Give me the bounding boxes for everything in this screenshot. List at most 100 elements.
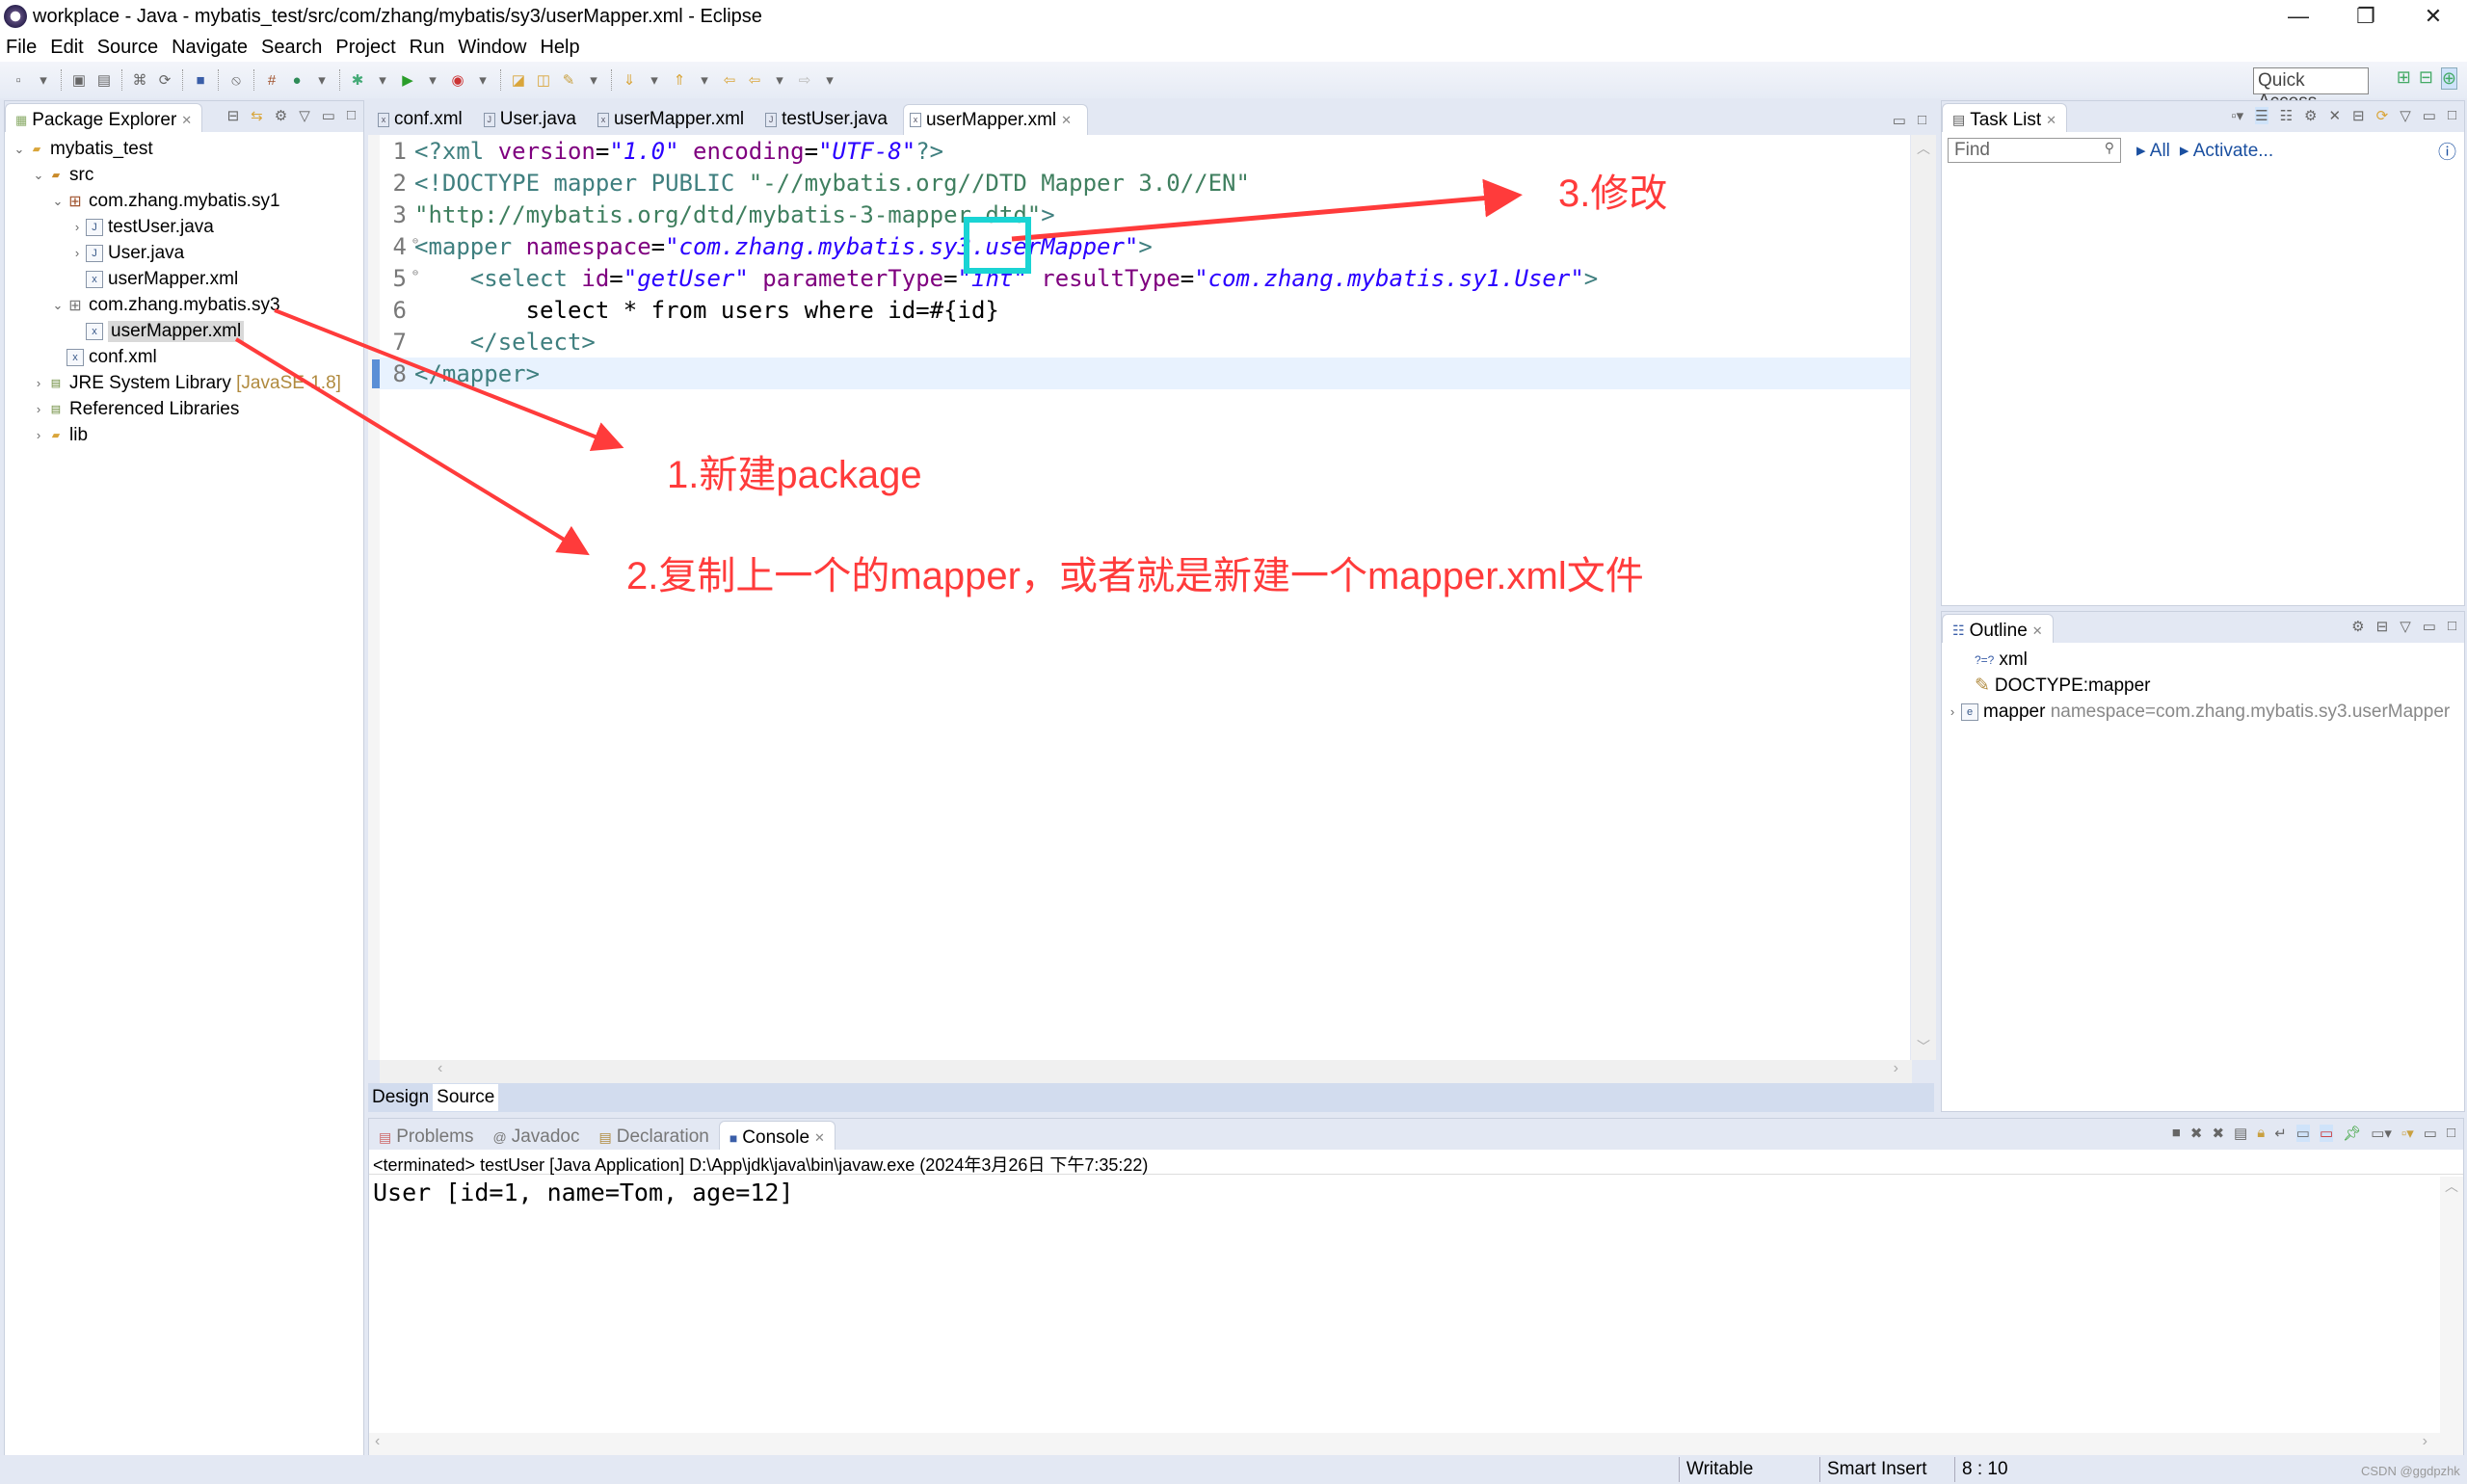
terminate-icon[interactable]: ■ [2172,1125,2181,1142]
menu-file[interactable]: File [6,37,37,59]
pin-console-icon[interactable]: 📌︎ [2343,1125,2361,1142]
clear-console-icon[interactable]: ▤ [2234,1125,2247,1142]
java-perspective-icon[interactable]: ⊕ [2440,67,2457,90]
dropdown-icon[interactable]: ▾ [770,70,789,90]
show-on-stderr-icon[interactable]: ▭ [2319,1125,2334,1142]
run-icon[interactable]: ▶ [398,70,417,90]
view-menu-icon[interactable]: ▽ [299,107,310,124]
menu-window[interactable]: Window [458,37,526,59]
outline-item-doctype[interactable]: ✎ DOCTYPE:mapper [1942,673,2464,699]
dropdown-icon[interactable]: ▾ [34,70,53,90]
tab-user-java[interactable]: J User.java [478,104,592,135]
refresh-icon[interactable]: ⟳ [155,70,174,90]
all-link[interactable]: ▸ All [2136,140,2170,162]
open-console-icon[interactable]: ▫▾ [2401,1125,2414,1142]
prev-annotation-icon[interactable]: ⇑ [670,70,689,90]
status-insert-mode[interactable]: Smart Insert [1827,1459,1926,1480]
menu-run[interactable]: Run [410,37,445,59]
tree-item-user-java[interactable]: › J User.java [5,240,363,266]
expand-toggle[interactable]: › [30,402,47,416]
task-find-input[interactable]: Find ⚲ [1948,138,2121,163]
save-all-icon[interactable]: ▤ [94,70,114,90]
dropdown-icon[interactable]: ▾ [423,70,442,90]
tab-design[interactable]: Design [368,1084,433,1111]
open-folder-icon[interactable]: ◫ [534,70,553,90]
close-icon[interactable]: ✕ [181,113,192,128]
external-tools-icon[interactable]: ◉ [448,70,467,90]
tab-package-explorer[interactable]: ▦ Package Explorer ✕ [5,103,203,132]
tab-outline[interactable]: ☷ Outline ✕ [1942,614,2054,643]
fold-icon[interactable]: ⊖ [412,236,418,247]
open-perspective-icon[interactable]: ⊞ [2397,67,2411,90]
tree-item-src[interactable]: ⌄ ▰ src [5,162,363,188]
help-icon[interactable]: ⓘ [2438,138,2456,164]
tab-conf-xml[interactable]: x conf.xml [372,104,478,135]
tab-declaration[interactable]: ▤ Declaration [589,1121,718,1150]
tab-problems[interactable]: ▤ Problems [369,1121,483,1150]
scheduled-icon[interactable]: ☷ [2280,107,2293,124]
hide-completed-icon[interactable]: ✕ [2328,107,2341,124]
fold-icon[interactable]: ⊖ [412,268,418,278]
maximize-icon[interactable]: □ [2448,107,2456,124]
tab-console[interactable]: ■ Console ✕ [718,1121,836,1150]
pen-icon[interactable]: ✎ [559,70,578,90]
menu-source[interactable]: Source [97,37,158,59]
remove-all-terminated-icon[interactable]: ✖ [2212,1125,2224,1142]
new-icon[interactable]: ▫ [9,70,28,90]
close-icon[interactable]: ✕ [2032,623,2043,639]
new-package-icon[interactable]: # [262,70,281,90]
categorized-icon[interactable]: ☰ [2255,107,2268,124]
skip-breakpoints-icon[interactable]: ⦸ [226,70,246,90]
tree-item-lib[interactable]: › ▰ lib [5,422,363,448]
console-horizontal-scrollbar[interactable]: ‹ › [369,1433,2441,1456]
expand-toggle[interactable]: › [68,220,86,234]
focus-icon[interactable]: ⚙ [2304,107,2317,124]
minimize-icon[interactable]: ▭ [2424,1125,2437,1142]
close-icon[interactable]: ✕ [814,1130,825,1146]
forward-icon[interactable]: ⇨ [795,70,814,90]
menu-navigate[interactable]: Navigate [172,37,248,59]
tree-item-referenced-libraries[interactable]: › ▤ Referenced Libraries [5,396,363,422]
expand-toggle[interactable]: ⌄ [49,298,66,313]
horizontal-scrollbar[interactable]: ‹ › [380,1060,1912,1083]
next-annotation-icon[interactable]: ⇓ [620,70,639,90]
tab-testuser-java[interactable]: JtestUser.java [759,104,903,135]
maximize-icon[interactable]: □ [2448,618,2456,635]
tab-source[interactable]: Source [433,1084,499,1111]
view-menu-icon[interactable]: ▽ [2400,618,2411,635]
last-edit-icon[interactable]: ⇦ [720,70,739,90]
collapse-all-icon[interactable]: ⊟ [227,107,240,124]
expand-toggle[interactable]: ⌄ [49,194,66,209]
new-class-icon[interactable]: ● [287,70,306,90]
quick-access-input[interactable]: Quick Access [2253,67,2369,112]
close-icon[interactable]: ✕ [2046,113,2056,128]
tab-javadoc[interactable]: @ Javadoc [483,1121,589,1150]
tree-item-package-sy3[interactable]: ⌄ ⊞ com.zhang.mybatis.sy3 [5,292,363,318]
tab-task-list[interactable]: ▤ Task List ✕ [1942,103,2068,132]
menu-search[interactable]: Search [261,37,322,59]
expand-toggle[interactable]: › [30,428,47,442]
tree-item-usermapper-sy3[interactable]: x userMapper.xml [5,318,363,344]
filter-icon[interactable]: ⚙ [275,107,287,124]
outline-item-mapper[interactable]: › e mapper namespace=com.zhang.mybatis.sy3… [1942,699,2464,725]
dropdown-icon[interactable]: ▾ [473,70,492,90]
link-editor-icon[interactable]: ⇆ [251,107,263,124]
expand-toggle[interactable]: ⌄ [30,168,47,183]
close-button[interactable]: ✕ [2400,0,2467,33]
maximize-icon[interactable]: □ [1918,112,1926,129]
dropdown-icon[interactable]: ▾ [312,70,332,90]
minimize-button[interactable]: — [2265,0,2332,33]
view-menu-icon[interactable]: ▽ [2400,107,2411,124]
tree-item-jre-library[interactable]: › ▤ JRE System Library [JavaSE-1.8] [5,370,363,396]
outline-item-xml[interactable]: ?=? xml [1942,647,2464,673]
vertical-scrollbar[interactable]: ︿ ﹀ [1911,135,1936,1060]
menu-edit[interactable]: Edit [50,37,83,59]
tree-item-testuser-java[interactable]: › JtestUser.java [5,214,363,240]
save-icon[interactable]: ▣ [69,70,89,90]
new-task-icon[interactable]: ▫▾ [2231,107,2243,124]
java-ee-perspective-icon[interactable]: ⊟ [2419,67,2433,90]
expand-toggle[interactable]: › [1944,704,1961,719]
minimize-icon[interactable]: ▭ [1893,112,1906,129]
dropdown-icon[interactable]: ▾ [584,70,603,90]
collapse-all-icon[interactable]: ⊟ [2376,618,2389,635]
